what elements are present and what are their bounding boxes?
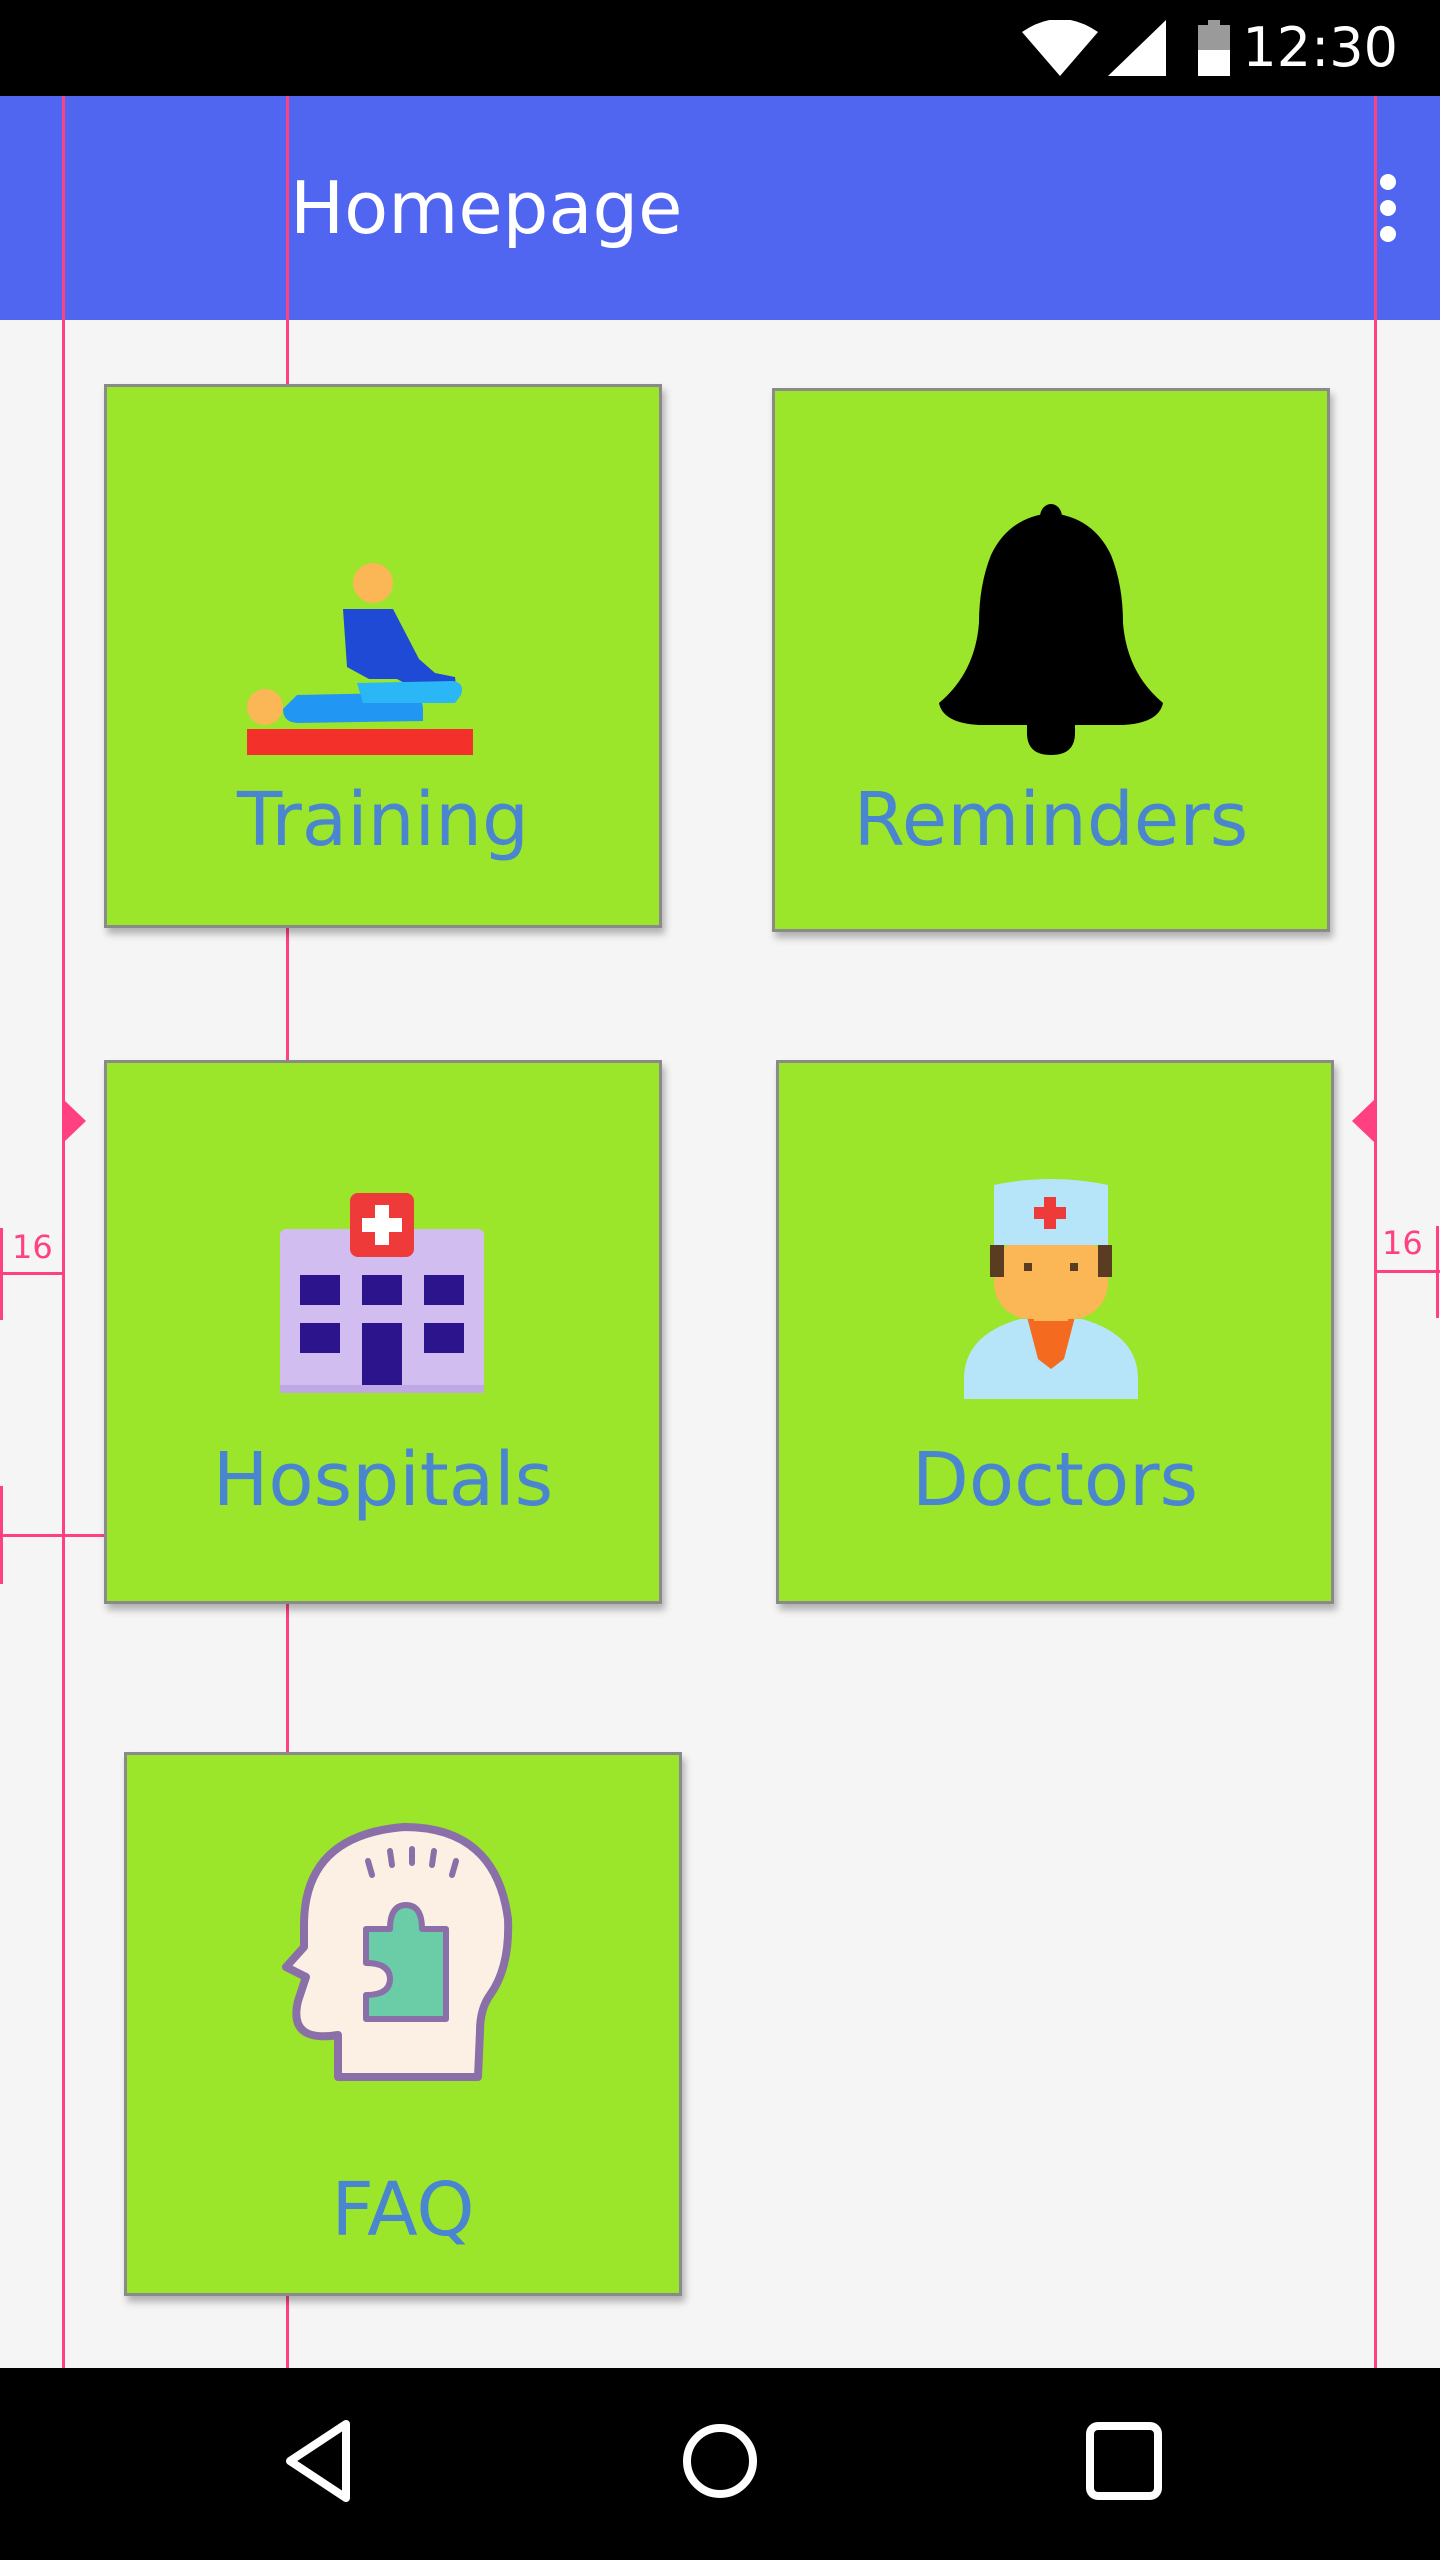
margin-line-right — [1376, 1270, 1440, 1273]
tile-label-reminders: Reminders — [853, 777, 1249, 863]
doctor-icon — [964, 1179, 1138, 1399]
home-icon[interactable] — [678, 2416, 762, 2506]
tile-training[interactable]: Training — [104, 384, 662, 928]
page-title: Homepage — [290, 166, 683, 250]
head-puzzle-icon — [282, 1823, 513, 2081]
app-bar: Homepage — [0, 96, 1440, 320]
tile-label-faq: FAQ — [331, 2167, 475, 2253]
tile-faq[interactable]: FAQ — [124, 1752, 682, 2296]
more-vert-icon[interactable] — [1356, 166, 1420, 250]
margin-arrow-left-icon — [64, 1100, 86, 1142]
margin-label-right: 16 — [1382, 1224, 1423, 1262]
margin-tick-left — [0, 1228, 3, 1320]
recents-icon[interactable] — [1082, 2416, 1166, 2506]
wifi-icon — [1022, 20, 1098, 76]
battery-icon — [1198, 20, 1230, 76]
status-bar: 12:30 — [0, 0, 1440, 96]
keyline-left — [62, 96, 65, 2368]
tile-label-training: Training — [237, 777, 529, 863]
tile-spacing-tick — [0, 1486, 3, 1584]
navigation-bar — [0, 2368, 1440, 2560]
back-icon[interactable] — [280, 2416, 356, 2506]
margin-label-left: 16 — [12, 1228, 53, 1266]
cell-signal-icon — [1108, 20, 1166, 76]
keyline-right — [1374, 96, 1377, 2368]
margin-tick-right — [1436, 1226, 1439, 1318]
tile-hospitals[interactable]: Hospitals — [104, 1060, 662, 1604]
tile-doctors[interactable]: Doctors — [776, 1060, 1334, 1604]
status-time: 12:30 — [1242, 16, 1398, 79]
tile-reminders[interactable]: Reminders — [772, 388, 1330, 932]
physiotherapy-icon — [247, 563, 473, 755]
tile-label-doctors: Doctors — [911, 1437, 1199, 1523]
tile-spacing-line — [0, 1534, 104, 1537]
bell-icon — [939, 504, 1163, 755]
margin-line-left — [0, 1272, 62, 1275]
tile-label-hospitals: Hospitals — [212, 1437, 554, 1523]
hospital-icon — [280, 1193, 484, 1393]
margin-arrow-right-icon — [1352, 1100, 1374, 1142]
